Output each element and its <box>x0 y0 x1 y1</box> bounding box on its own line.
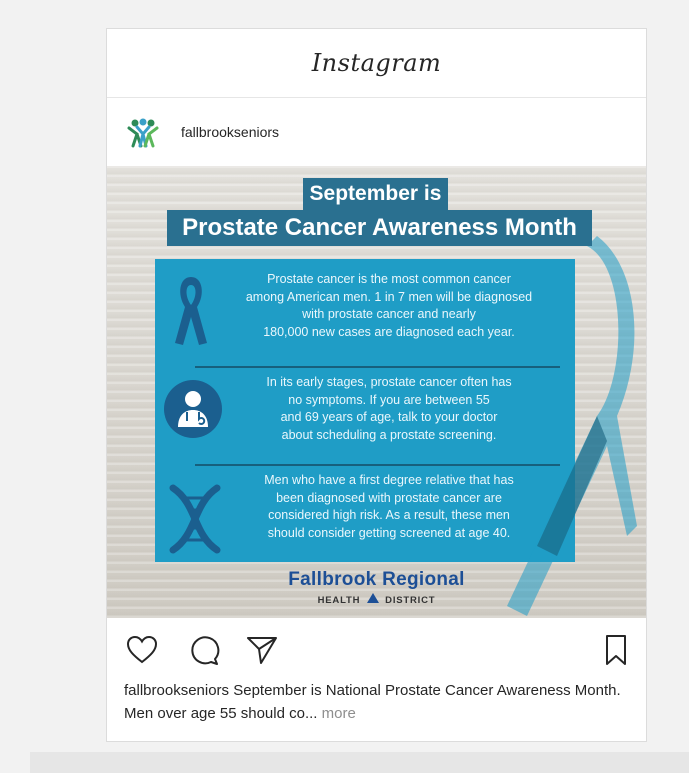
organization-sub-right: DISTRICT <box>385 595 436 606</box>
caption-more-link[interactable]: more <box>322 705 356 722</box>
instagram-header: Instagram <box>107 29 646 98</box>
post-image[interactable]: Prostate cancer is the most common cance… <box>107 166 646 618</box>
title-line-2: Prostate Cancer Awareness Month <box>167 210 592 246</box>
heart-icon[interactable] <box>125 633 159 667</box>
bookmark-icon[interactable] <box>599 633 633 667</box>
page-bottom-bar <box>30 752 689 773</box>
organization-subtitle: HEALTH DISTRICT <box>107 592 646 606</box>
dna-icon <box>169 484 221 554</box>
organization-logo: Fallbrook Regional HEALTH DISTRICT <box>107 569 646 606</box>
awareness-ribbon-icon <box>175 277 207 345</box>
title-line-1: September is <box>303 178 448 210</box>
house-icon <box>366 593 379 603</box>
instagram-post-card: Instagram fallbrookseniors Prostate canc… <box>106 28 647 742</box>
organization-sub-left: HEALTH <box>317 595 361 606</box>
post-caption: fallbrookseniors September is National P… <box>124 679 629 725</box>
post-actions <box>107 619 646 675</box>
doctor-icon <box>164 380 222 438</box>
instagram-logo[interactable]: Instagram <box>312 49 442 77</box>
avatar[interactable] <box>125 114 161 150</box>
comment-icon[interactable] <box>187 633 221 667</box>
share-icon[interactable] <box>245 633 279 667</box>
caption-username[interactable]: fallbrookseniors <box>124 682 229 699</box>
post-username[interactable]: fallbrookseniors <box>181 124 279 140</box>
organization-name: Fallbrook Regional <box>288 569 465 590</box>
post-author-row: fallbrookseniors <box>107 98 646 166</box>
ribbon-decoration <box>507 236 637 616</box>
